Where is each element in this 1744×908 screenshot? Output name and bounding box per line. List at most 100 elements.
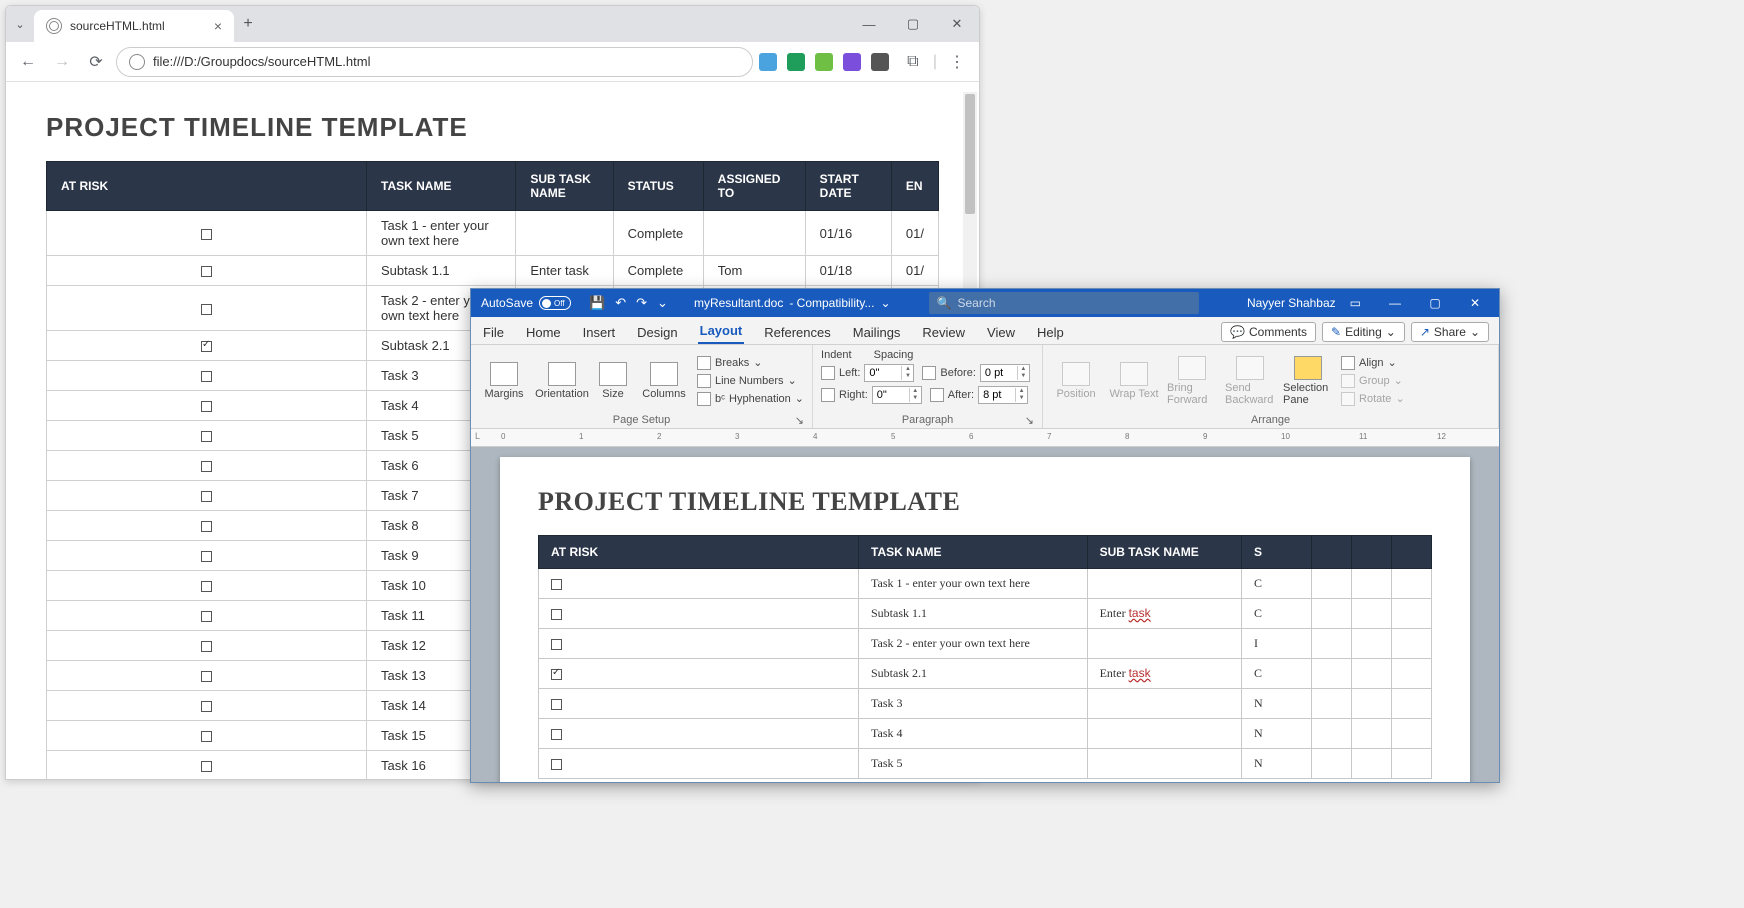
space-before-input[interactable]: ▲▼ — [980, 364, 1030, 382]
reload-button[interactable]: ⟳ — [82, 48, 110, 76]
risk-checkbox[interactable] — [201, 551, 212, 562]
address-bar[interactable]: file:///D:/Groupdocs/sourceHTML.html — [116, 47, 753, 77]
editing-button[interactable]: ✎ Editing ⌄ — [1322, 322, 1405, 342]
close-window-button[interactable]: ✕ — [935, 6, 979, 42]
word-close-button[interactable]: ✕ — [1455, 289, 1495, 317]
document-title[interactable]: myResultant.doc - Compatibility... ⌄ — [676, 296, 909, 310]
line-numbers-button[interactable]: Line Numbers ⌄ — [697, 373, 804, 389]
browser-menu-button[interactable]: ⋮ — [943, 48, 971, 76]
table-row[interactable]: Task 1 - enter your own text hereC — [539, 569, 1432, 599]
risk-checkbox[interactable] — [201, 229, 212, 240]
table-row[interactable]: Task 4N — [539, 719, 1432, 749]
qat-dropdown-icon[interactable]: ⌄ — [657, 295, 668, 311]
minimize-button[interactable]: — — [847, 6, 891, 42]
save-icon[interactable]: 💾 — [589, 295, 605, 311]
risk-checkbox[interactable] — [201, 304, 212, 315]
user-name[interactable]: Nayyer Shahbaz — [1247, 296, 1336, 310]
comments-button[interactable]: 💬 Comments — [1221, 322, 1316, 342]
risk-checkbox[interactable] — [201, 461, 212, 472]
risk-checkbox[interactable] — [551, 639, 562, 650]
risk-checkbox[interactable] — [201, 761, 212, 772]
extension-icon[interactable] — [759, 53, 777, 71]
table-row[interactable]: Task 5N — [539, 749, 1432, 779]
redo-icon[interactable]: ↷ — [636, 295, 647, 311]
maximize-button[interactable]: ▢ — [891, 6, 935, 42]
document-area[interactable]: PROJECT TIMELINE TEMPLATE AT RISKTASK NA… — [471, 447, 1499, 782]
search-box[interactable]: 🔍 Search — [929, 292, 1199, 314]
word-minimize-button[interactable]: — — [1375, 289, 1415, 317]
risk-checkbox[interactable] — [201, 266, 212, 277]
forward-button[interactable]: → — [48, 48, 76, 76]
ribbon-tab-review[interactable]: Review — [920, 321, 967, 344]
risk-checkbox[interactable] — [201, 371, 212, 382]
undo-icon[interactable]: ↶ — [615, 295, 626, 311]
risk-checkbox[interactable] — [201, 581, 212, 592]
dialog-launcher-icon[interactable]: ↘ — [1025, 414, 1034, 427]
risk-checkbox[interactable] — [201, 671, 212, 682]
new-tab-button[interactable]: + — [234, 15, 262, 33]
cell-status: C — [1242, 599, 1312, 629]
risk-checkbox[interactable] — [201, 341, 212, 352]
extension-icon[interactable] — [843, 53, 861, 71]
ribbon-tab-help[interactable]: Help — [1035, 321, 1066, 344]
margins-button[interactable]: Margins — [479, 362, 529, 400]
tab-list-dropdown[interactable]: ⌄ — [6, 18, 34, 31]
risk-checkbox[interactable] — [201, 431, 212, 442]
browser-tab[interactable]: sourceHTML.html × — [34, 10, 234, 42]
ribbon-tab-insert[interactable]: Insert — [581, 321, 618, 344]
ribbon-tab-references[interactable]: References — [762, 321, 832, 344]
risk-checkbox[interactable] — [201, 731, 212, 742]
horizontal-ruler[interactable]: L 0123456789101112 — [471, 429, 1499, 447]
site-info-icon[interactable] — [129, 54, 145, 70]
hyphenation-button[interactable]: bᶜ Hyphenation ⌄ — [697, 391, 804, 407]
risk-checkbox[interactable] — [201, 611, 212, 622]
size-button[interactable]: Size — [595, 362, 631, 400]
risk-checkbox[interactable] — [201, 491, 212, 502]
table-row[interactable]: Task 2 - enter your own text hereI — [539, 629, 1432, 659]
risk-checkbox[interactable] — [551, 609, 562, 620]
cell-narrow — [1352, 629, 1392, 659]
risk-checkbox[interactable] — [551, 579, 562, 590]
autosave-toggle[interactable]: AutoSave Off — [471, 296, 581, 310]
chevron-down-icon[interactable]: ⌄ — [880, 296, 890, 310]
back-button[interactable]: ← — [14, 48, 42, 76]
risk-checkbox[interactable] — [201, 641, 212, 652]
space-after-input[interactable]: ▲▼ — [978, 386, 1028, 404]
risk-checkbox[interactable] — [201, 701, 212, 712]
ribbon-tab-file[interactable]: File — [481, 321, 506, 344]
extension-icon[interactable] — [815, 53, 833, 71]
breaks-button[interactable]: Breaks ⌄ — [697, 355, 804, 371]
close-tab-icon[interactable]: × — [214, 18, 222, 34]
word-maximize-button[interactable]: ▢ — [1415, 289, 1455, 317]
table-row: Task 1 - enter your own text hereComplet… — [47, 211, 939, 256]
risk-checkbox[interactable] — [551, 699, 562, 710]
display-options-icon[interactable]: ▭ — [1350, 296, 1361, 310]
table-row[interactable]: Subtask 1.1Enter taskC — [539, 599, 1432, 629]
ribbon-tab-mailings[interactable]: Mailings — [851, 321, 903, 344]
risk-checkbox[interactable] — [551, 669, 562, 680]
table-row[interactable]: Subtask 2.1Enter taskC — [539, 659, 1432, 689]
cell-status: Complete — [613, 211, 703, 256]
space-after-icon — [930, 388, 944, 402]
selection-pane-button[interactable]: Selection Pane — [1283, 356, 1333, 406]
orientation-button[interactable]: Orientation — [537, 362, 587, 400]
dialog-launcher-icon[interactable]: ↘ — [795, 414, 804, 427]
align-button[interactable]: Align ⌄ — [1341, 355, 1405, 371]
ribbon-tab-home[interactable]: Home — [524, 321, 563, 344]
extension-icon[interactable] — [871, 53, 889, 71]
indent-right-input[interactable]: ▲▼ — [872, 386, 922, 404]
risk-checkbox[interactable] — [201, 521, 212, 532]
table-row[interactable]: Task 3N — [539, 689, 1432, 719]
risk-checkbox[interactable] — [201, 401, 212, 412]
indent-left-input[interactable]: ▲▼ — [864, 364, 914, 382]
extension-icon[interactable] — [787, 53, 805, 71]
columns-button[interactable]: Columns — [639, 362, 689, 400]
risk-checkbox[interactable] — [551, 729, 562, 740]
column-header: TASK NAME — [367, 162, 516, 211]
risk-checkbox[interactable] — [551, 759, 562, 770]
ribbon-tab-layout[interactable]: Layout — [698, 319, 745, 344]
share-button[interactable]: ↗ Share ⌄ — [1411, 322, 1489, 342]
ribbon-tab-design[interactable]: Design — [635, 321, 679, 344]
extensions-button[interactable]: ⧉ — [899, 48, 927, 76]
ribbon-tab-view[interactable]: View — [985, 321, 1017, 344]
